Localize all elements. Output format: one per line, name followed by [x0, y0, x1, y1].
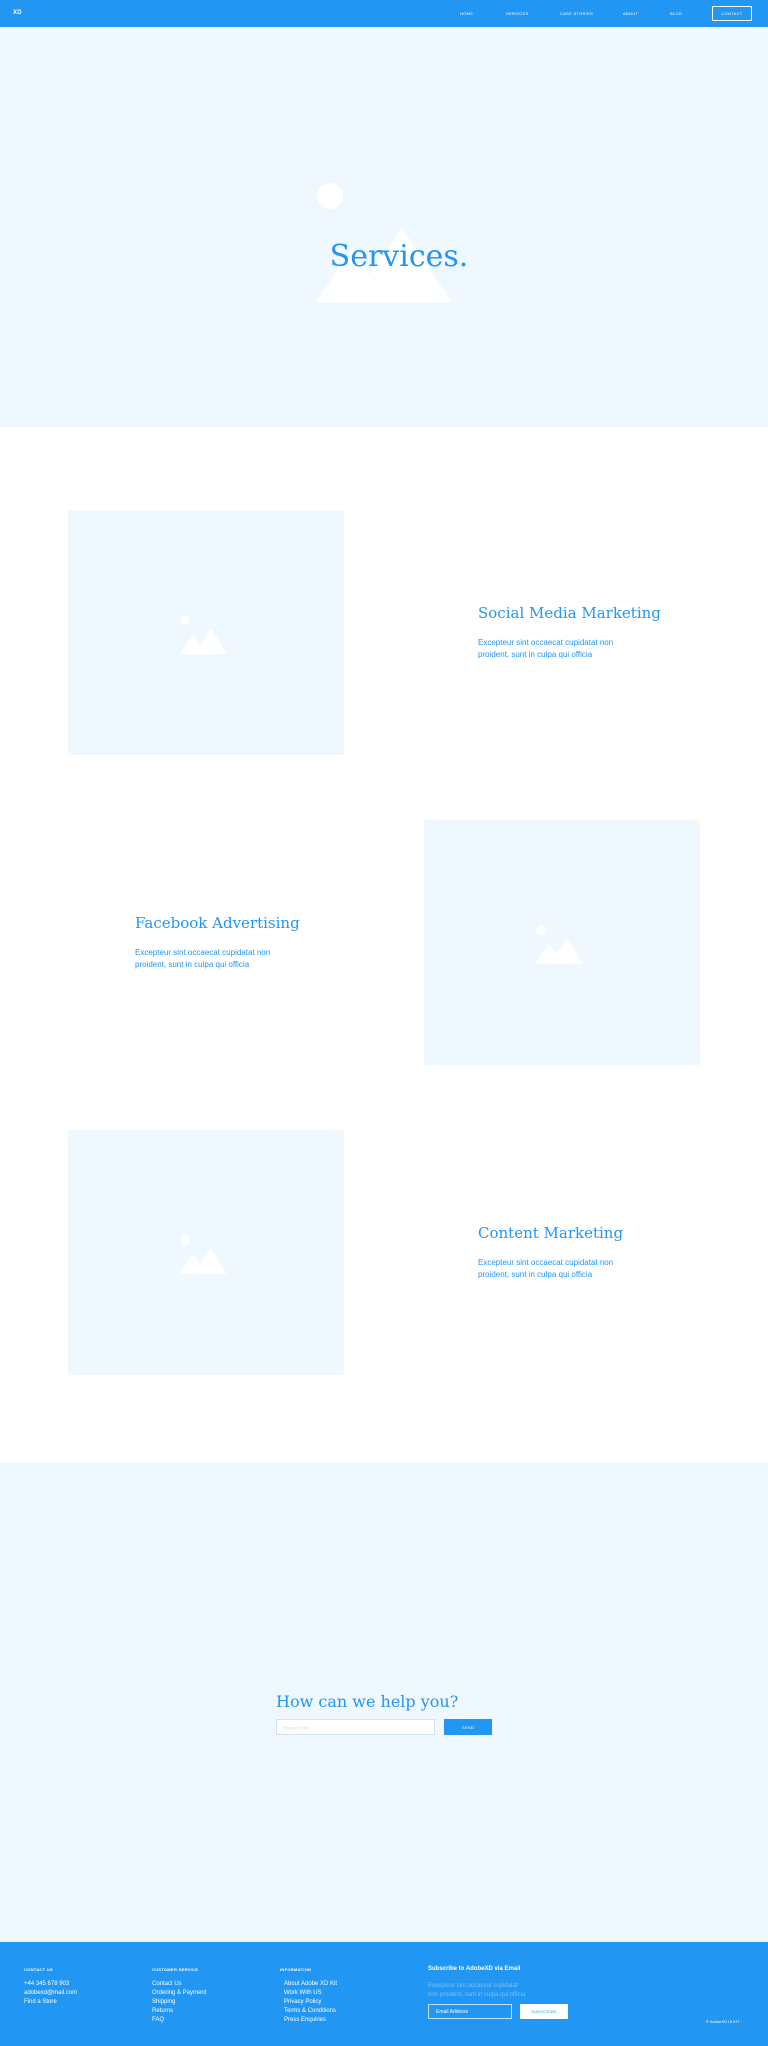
service-description-3: Excepteur sint occaecat cupidatat non pr… — [478, 1258, 614, 1279]
nav-case-stories[interactable]: CASE STORIES — [560, 11, 593, 16]
footer-phone[interactable]: +44 345 678 903 — [24, 1981, 69, 1987]
subscribe-email-input[interactable] — [428, 2004, 512, 2019]
help-title: How can we help you? — [276, 1692, 459, 1711]
footer-link-privacy[interactable]: Privacy Policy — [284, 1999, 321, 2005]
service-title-3: Content Marketing — [478, 1224, 624, 1242]
service-title-1: Social Media Marketing — [478, 604, 661, 622]
footer-link-contact-us[interactable]: Contact Us — [152, 1981, 182, 1987]
nav-services[interactable]: SERVICES — [506, 11, 529, 16]
image-placeholder-icon — [535, 925, 583, 964]
footer-heading-customer-service: CUSTOMER SERVICE — [152, 1967, 199, 1972]
help-section: How can we help you? SEND — [0, 1462, 768, 1942]
logo[interactable]: XD — [13, 10, 22, 16]
footer-link-press[interactable]: Press Enquiries — [284, 2017, 326, 2023]
footer-link-returns[interactable]: Returns — [152, 2008, 173, 2014]
subscribe-button[interactable]: SUBSCRIBE — [520, 2004, 568, 2019]
footer-link-work-with-us[interactable]: Work With US — [284, 1990, 322, 1996]
copyright: © AdobeXD UI KIT — [706, 2019, 740, 2024]
footer-link-about-kit[interactable]: About Adobe XD Kit — [284, 1981, 337, 1987]
footer: CONTACT US +44 345 678 903 adobexd@mail.… — [0, 1942, 768, 2046]
footer-heading-information: INFORMATION — [280, 1967, 312, 1972]
footer-link-faq[interactable]: FAQ — [152, 2017, 164, 2023]
page: XD HOME SERVICES CASE STORIES ABOUT BLOG… — [0, 0, 768, 2046]
footer-find-store[interactable]: Find a Store — [24, 1999, 57, 2005]
contact-button[interactable]: CONTACT — [712, 6, 752, 21]
nav-about[interactable]: ABOUT — [623, 11, 638, 16]
service-description-2: Excepteur sint occaecat cupidatat non pr… — [135, 948, 271, 969]
subscribe-text: Excepteur sint occaecat cupidatat non pr… — [428, 1983, 526, 1998]
send-button[interactable]: SEND — [444, 1719, 492, 1735]
subscribe-heading: Subscribe to AdobeXD via Email — [428, 1966, 521, 1972]
service-description-1: Excepteur sint occaecat cupidatat non pr… — [478, 638, 614, 659]
top-nav-bar: XD HOME SERVICES CASE STORIES ABOUT BLOG… — [0, 0, 768, 27]
footer-link-shipping[interactable]: Shipping — [152, 1999, 175, 2005]
page-title: Services. — [329, 239, 469, 274]
help-input[interactable] — [276, 1719, 435, 1735]
image-placeholder-icon — [179, 615, 227, 654]
service-image-3 — [68, 1130, 344, 1375]
footer-link-terms[interactable]: Terms & Conditions — [284, 2008, 336, 2014]
service-image-2 — [424, 820, 700, 1065]
nav-home[interactable]: HOME — [460, 11, 473, 16]
service-image-1 — [68, 510, 344, 755]
footer-link-ordering[interactable]: Ordering & Payment — [152, 1990, 206, 1996]
footer-heading-contact: CONTACT US — [24, 1967, 53, 1972]
service-title-2: Facebook Advertising — [135, 914, 300, 932]
nav-blog[interactable]: BLOG — [670, 11, 682, 16]
hero-section: Services. — [0, 27, 768, 427]
footer-email[interactable]: adobexd@mail.com — [24, 1990, 77, 1996]
image-placeholder-icon — [179, 1235, 227, 1274]
